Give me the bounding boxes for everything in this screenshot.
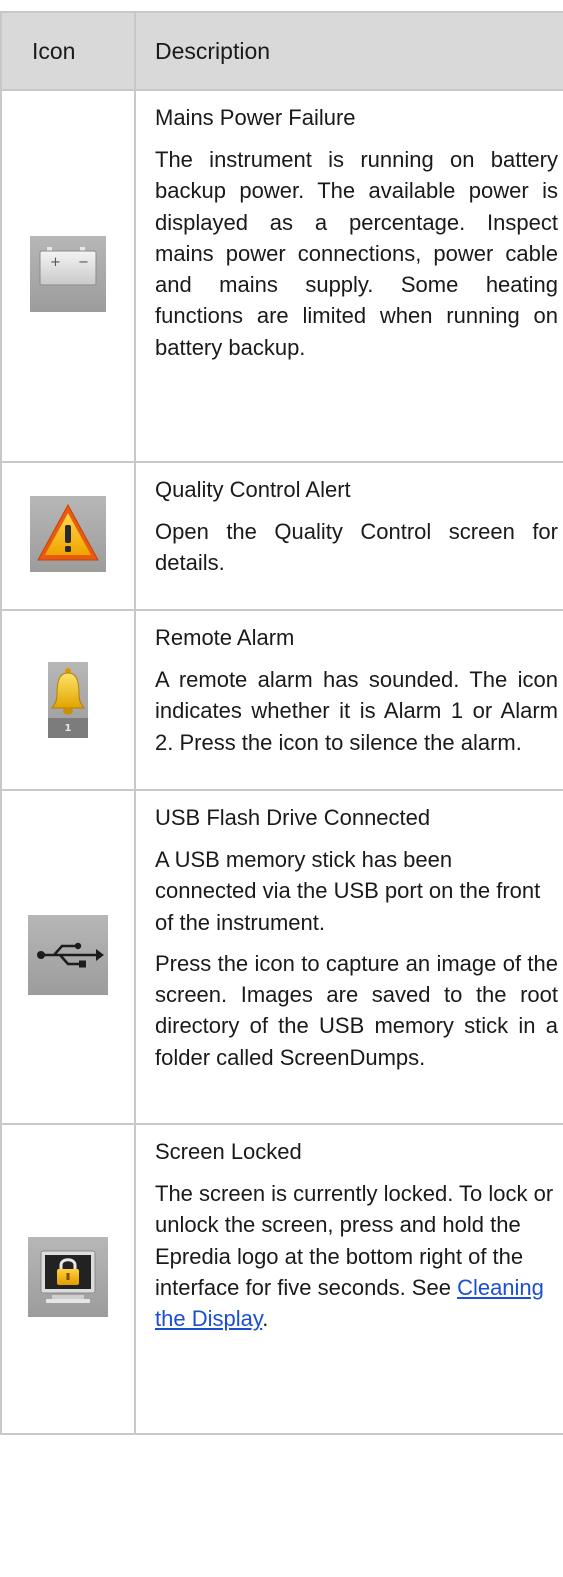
description-cell: Quality Control Alert Open the Quality C…: [134, 461, 563, 611]
table-row: Quality Control Alert Open the Quality C…: [0, 461, 563, 611]
screen-lock-icon[interactable]: [28, 1236, 108, 1317]
item-title: USB Flash Drive Connected: [155, 805, 431, 830]
icon-cell: + −: [0, 89, 136, 463]
icon-cell: 1: [0, 609, 136, 791]
icon-column-header: Icon: [0, 11, 136, 91]
table-row: Screen Locked The screen is currently lo…: [0, 1123, 563, 1435]
table-header-row: Icon Description: [0, 11, 563, 91]
warning-icon: [30, 495, 106, 572]
item-description: Press the icon to capture an image of th…: [155, 950, 558, 1070]
icon-cell: [0, 461, 136, 611]
item-description: The screen is currently locked. To lock …: [155, 1178, 558, 1334]
icon-cell: [0, 1123, 136, 1435]
link-suffix: .: [262, 1306, 269, 1332]
description-cell: USB Flash Drive Connected A USB memory s…: [134, 789, 563, 1125]
bell-icon[interactable]: 1: [48, 662, 88, 738]
item-description: A remote alarm has sounded. The icon ind…: [155, 667, 558, 755]
svg-text:−: −: [78, 255, 89, 270]
item-title: Mains Power Failure: [155, 105, 356, 130]
description-cell: Screen Locked The screen is currently lo…: [134, 1123, 563, 1435]
item-description: The instrument is running on battery bac…: [155, 147, 558, 360]
description-cell: Mains Power Failure The instrument is ru…: [134, 89, 563, 463]
icon-cell: [0, 789, 136, 1125]
item-title: Quality Control Alert: [155, 477, 351, 502]
description-column-header: Description: [134, 11, 563, 91]
item-description: Open the Quality Control screen for deta…: [155, 519, 558, 576]
usb-icon[interactable]: [28, 914, 108, 995]
item-description: A USB memory stick has been connected vi…: [155, 847, 541, 935]
item-title: Screen Locked: [155, 1139, 302, 1164]
table-row: USB Flash Drive Connected A USB memory s…: [0, 789, 563, 1125]
item-title: Remote Alarm: [155, 625, 295, 650]
status-icon-table: Icon Description + − Mains Power Failure…: [0, 11, 563, 1435]
table-row: + − Mains Power Failure The instrument i…: [0, 89, 563, 463]
alarm-number-label: 1: [64, 723, 72, 734]
table-row: 1 Remote Alarm A remote alarm has sounde…: [0, 609, 563, 791]
svg-text:+: +: [50, 255, 61, 270]
battery-icon: + −: [30, 235, 106, 312]
description-cell: Remote Alarm A remote alarm has sounded.…: [134, 609, 563, 791]
